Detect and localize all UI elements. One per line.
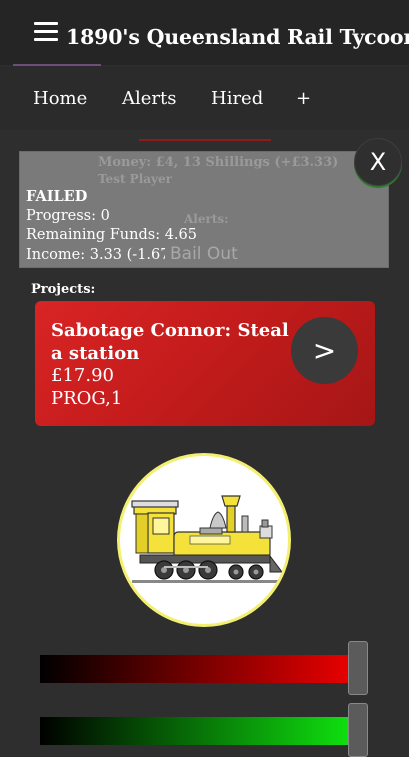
projects-label: Projects: (31, 282, 96, 297)
green-slider-track[interactable] (40, 717, 350, 745)
train-emblem (117, 453, 291, 627)
tab-add[interactable]: + (296, 88, 311, 109)
project-card: Sabotage Connor: Steal a station £17.90 … (35, 301, 375, 426)
project-code: PROG,1 (51, 388, 123, 409)
red-slider-thumb[interactable] (348, 641, 368, 695)
progress-readout: Progress: 0 (26, 208, 110, 224)
hamburger-menu-icon[interactable] (34, 20, 58, 42)
app-bar: 1890's Queensland Rail Tycoon (0, 0, 409, 65)
status-state: FAILED (26, 188, 88, 205)
steam-locomotive-icon (131, 495, 283, 583)
close-button[interactable]: X (354, 138, 402, 186)
green-slider-thumb[interactable] (348, 703, 368, 757)
income-readout: Income: 3.33 (-1.67) (26, 247, 176, 263)
status-panel: Money: £4, 13 Shillings (+£3.33) Test Pl… (19, 151, 389, 268)
app-title: 1890's Queensland Rail Tycoon (66, 25, 409, 49)
tab-bar: Home Alerts Hired + (0, 66, 409, 130)
project-title: Sabotage Connor: Steal a station (51, 320, 289, 364)
bail-out-button[interactable]: Bail Out (165, 241, 243, 267)
alerts-label: Alerts: (184, 212, 229, 226)
project-go-button[interactable]: > (291, 317, 358, 384)
money-readout: Money: £4, 13 Shillings (+£3.33) (98, 155, 339, 170)
tab-hired[interactable]: Hired (211, 88, 263, 109)
tab-alerts[interactable]: Alerts (122, 88, 176, 109)
project-price: £17.90 (51, 365, 114, 386)
tab-home[interactable]: Home (33, 88, 87, 109)
player-name: Test Player (98, 172, 172, 186)
red-slider-track[interactable] (40, 655, 350, 683)
tab-indicator (139, 139, 271, 141)
